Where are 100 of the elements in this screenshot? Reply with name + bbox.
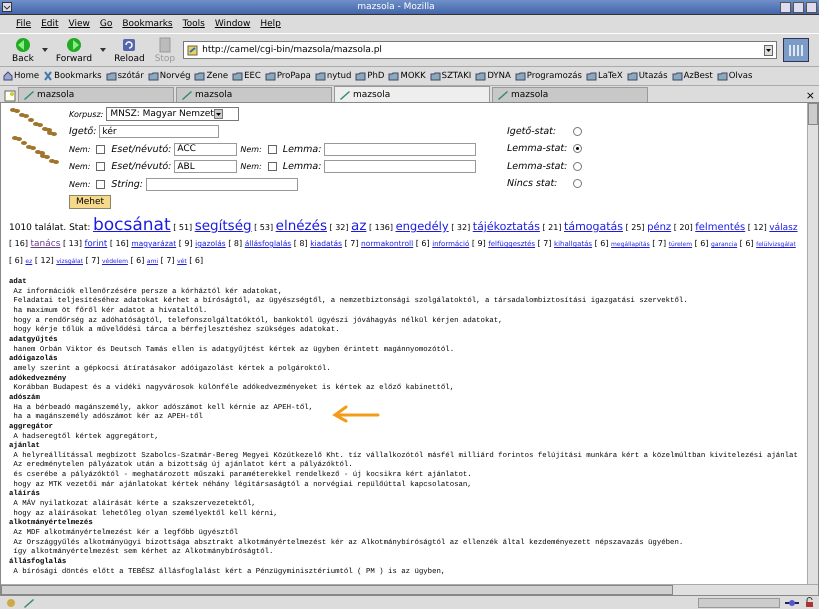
tab[interactable]: mazsola bbox=[492, 87, 648, 102]
menu-item[interactable]: Help bbox=[260, 19, 281, 29]
case-field[interactable]: ABL bbox=[174, 160, 238, 173]
bookmark-item[interactable]: ProPapa bbox=[264, 71, 311, 81]
lock-icon bbox=[804, 597, 815, 608]
dropdown-icon bbox=[764, 44, 773, 56]
lemma-field[interactable] bbox=[324, 142, 476, 156]
stat-link[interactable]: bocsánat bbox=[92, 215, 171, 235]
tab[interactable]: mazsola bbox=[334, 86, 490, 102]
menu-item[interactable]: Edit bbox=[41, 19, 58, 29]
bookmark-item[interactable]: Zene bbox=[194, 71, 228, 81]
menu-item[interactable]: Tools bbox=[182, 19, 205, 29]
back-button[interactable]: Back bbox=[10, 36, 36, 64]
stat-link[interactable]: az bbox=[351, 218, 366, 234]
case-field[interactable]: ACC bbox=[174, 142, 238, 156]
stat-label: Nincs stat: bbox=[507, 178, 558, 189]
stat-count: [ 6] bbox=[594, 239, 608, 248]
checkbox[interactable] bbox=[96, 180, 106, 188]
checkbox[interactable] bbox=[96, 162, 106, 171]
stat-count: [ 6] bbox=[740, 239, 754, 248]
stat-link[interactable]: tájékoztatás bbox=[472, 220, 540, 233]
stat-link[interactable]: pénz bbox=[647, 222, 672, 233]
stat-count: [ 32] bbox=[451, 223, 470, 232]
stat-count: [ 9] bbox=[472, 239, 486, 248]
menu-item[interactable]: View bbox=[68, 19, 90, 29]
maximize-button[interactable] bbox=[792, 2, 804, 12]
folder-icon bbox=[514, 71, 526, 81]
bookmark-item[interactable]: Bookmarks bbox=[43, 71, 102, 81]
vertical-scrollbar[interactable] bbox=[807, 103, 818, 584]
component-icon bbox=[4, 597, 18, 608]
bookmark-item[interactable]: Home bbox=[3, 71, 40, 81]
stat-link[interactable]: elnézés bbox=[276, 218, 327, 234]
close-tab-button[interactable]: × bbox=[806, 89, 819, 102]
address-field[interactable]: http://camel/cgi-bin/mazsola/mazsola.pl bbox=[183, 41, 777, 59]
radio-button[interactable] bbox=[573, 179, 582, 188]
folder-icon bbox=[232, 71, 244, 81]
lemma-field[interactable] bbox=[324, 160, 476, 173]
checkbox[interactable] bbox=[268, 144, 277, 154]
stat-link[interactable]: válasz bbox=[769, 223, 798, 233]
folder-icon bbox=[314, 71, 326, 81]
reload-button[interactable]: Reload bbox=[112, 36, 147, 64]
menu-item[interactable]: Go bbox=[100, 19, 112, 29]
stat-count: [ 20] bbox=[674, 223, 693, 232]
bookmark-item[interactable]: Programozás bbox=[514, 71, 582, 81]
stat-count: [ 16] bbox=[9, 239, 28, 248]
folder-icon bbox=[388, 71, 400, 81]
folder-icon bbox=[355, 71, 366, 81]
corpus-label: Korpusz: bbox=[69, 110, 104, 118]
lemma-label: Lemma: bbox=[282, 144, 322, 154]
tab[interactable]: mazsola bbox=[18, 87, 174, 102]
minimize-button[interactable] bbox=[780, 2, 791, 12]
stat-link[interactable]: engedély bbox=[396, 219, 449, 233]
verb-field[interactable]: kér bbox=[99, 125, 220, 138]
bookmark-item[interactable]: MOKK bbox=[388, 71, 426, 81]
checkbox[interactable] bbox=[268, 162, 277, 171]
forward-button[interactable]: Forward bbox=[54, 36, 94, 64]
tab[interactable]: mazsola bbox=[176, 87, 332, 102]
bookmark-item[interactable]: Norvég bbox=[148, 71, 190, 81]
string-field[interactable] bbox=[146, 178, 298, 190]
stat-link[interactable]: segítség bbox=[194, 218, 252, 234]
bookmark-item[interactable]: SZTAKI bbox=[430, 71, 472, 81]
caret-icon bbox=[42, 47, 48, 53]
stat-link[interactable]: forint bbox=[84, 239, 108, 249]
folder-icon bbox=[264, 71, 276, 81]
bookmark-item[interactable]: Olvas bbox=[716, 71, 752, 81]
bookmark-item[interactable]: Utazás bbox=[626, 71, 668, 81]
close-button[interactable] bbox=[806, 2, 817, 12]
bookmark-item[interactable]: PhD bbox=[355, 71, 384, 81]
menu-item[interactable]: Window bbox=[214, 19, 250, 29]
stat-count: [ 6] bbox=[130, 256, 144, 265]
stat-count: [ 12] bbox=[748, 223, 767, 232]
home-icon bbox=[3, 71, 13, 81]
submit-button[interactable]: Mehet bbox=[69, 194, 112, 208]
radio-button[interactable] bbox=[573, 126, 582, 136]
folder-icon bbox=[672, 71, 683, 81]
bookmark-item[interactable]: EEC bbox=[232, 71, 261, 81]
bookmark-item[interactable]: AzBest bbox=[672, 71, 713, 81]
menu-item[interactable]: Bookmarks bbox=[122, 19, 173, 29]
negate-label: Nem: bbox=[69, 144, 90, 154]
bookmark-item[interactable]: nytud bbox=[314, 71, 352, 81]
stat-count: [ 8] bbox=[228, 239, 242, 248]
negate-label: Nem: bbox=[69, 180, 90, 188]
checkbox[interactable] bbox=[96, 144, 106, 154]
radio-button[interactable] bbox=[573, 162, 582, 170]
bookmark-item[interactable]: szótár bbox=[106, 71, 144, 81]
radio-button[interactable] bbox=[573, 144, 582, 153]
arrow-annotation bbox=[332, 405, 380, 423]
stat-count: [ 8] bbox=[294, 239, 308, 248]
horizontal-scrollbar[interactable] bbox=[1, 584, 818, 595]
bookmark-item[interactable]: DYNA bbox=[475, 71, 511, 81]
pen-icon bbox=[181, 90, 193, 100]
stat-link[interactable]: felmentés bbox=[695, 222, 746, 233]
menu-item[interactable]: File bbox=[16, 19, 32, 29]
corpus-dropdown[interactable]: MNSZ: Magyar Nemzet bbox=[106, 107, 240, 121]
negate-label: Nem: bbox=[69, 162, 90, 171]
stat-link[interactable]: tanács bbox=[30, 239, 60, 249]
stat-count: [ 7] bbox=[344, 239, 358, 248]
stat-count: [ 32] bbox=[330, 223, 348, 232]
bookmark-item[interactable]: LaTeX bbox=[586, 71, 623, 81]
stat-link[interactable]: támogatás bbox=[564, 220, 624, 233]
